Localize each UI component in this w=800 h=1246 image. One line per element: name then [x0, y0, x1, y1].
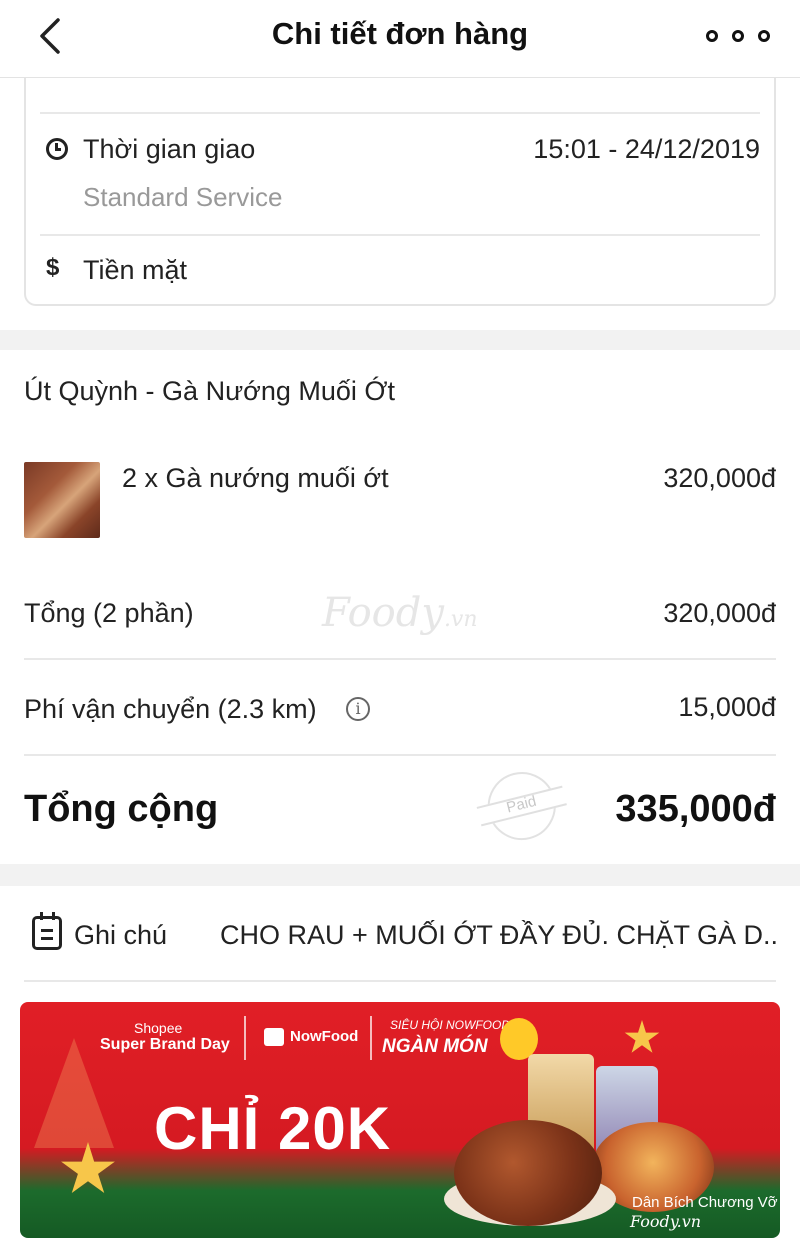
page-title: Chi tiết đơn hàng: [271, 16, 529, 51]
payment-method: Tiền mặt: [83, 255, 188, 285]
note-label: Ghi chú: [74, 920, 168, 950]
grand-total-label: Tổng cộng: [24, 788, 219, 830]
shipping-fee-label: Phí vận chuyển (2.3 km): [24, 694, 317, 724]
more-options-icon[interactable]: [706, 24, 770, 48]
divider: [40, 234, 760, 236]
nowfood-logo: NowFood: [290, 1028, 359, 1045]
divider: [40, 112, 760, 114]
photo-credit: Dân Bích Chương Vỡ: [632, 1194, 778, 1211]
top-bar: Chi tiết đơn hàng: [0, 0, 800, 78]
divider: [24, 754, 776, 756]
section-gap: [0, 864, 800, 886]
shipping-fee-value: 15,000đ: [678, 692, 776, 722]
service-type: Standard Service: [83, 182, 283, 212]
delivery-time-label: Thời gian giao: [83, 134, 256, 164]
subtotal-label: Tổng (2 phần): [24, 598, 194, 628]
roast-chicken-image: [454, 1120, 602, 1226]
paid-stamp: Paid: [470, 760, 573, 853]
divider: [370, 1016, 372, 1060]
star-icon: [61, 1142, 115, 1193]
super-brand-day-text: Super Brand Day: [100, 1036, 230, 1053]
grand-total-value: 335,000đ: [615, 788, 776, 830]
dollar-icon: $: [46, 254, 60, 281]
section-gap: [0, 330, 800, 350]
shopee-logo: Shopee: [134, 1020, 183, 1036]
sieu-hoi-text: SIÊU HỘI NOWFOOD: [390, 1018, 510, 1032]
order-item-name: 2 x Gà nướng muối ớt: [122, 463, 389, 493]
banner-headline: CHỈ 20K: [154, 1095, 392, 1162]
divider: [244, 1016, 246, 1060]
divider: [24, 980, 776, 982]
ngan-mon-text: NGÀN MÓN: [382, 1036, 488, 1057]
clock-icon: [46, 138, 68, 160]
notepad-icon: [32, 912, 62, 950]
order-item-price: 320,000đ: [663, 463, 776, 493]
subtotal-value: 320,000đ: [663, 598, 776, 628]
delivery-info-card: Thời gian giao 15:01 - 24/12/2019 Standa…: [24, 78, 776, 306]
delivery-time-value: 15:01 - 24/12/2019: [533, 134, 760, 164]
christmas-tree-icon: [34, 1038, 114, 1148]
foody-watermark: Foody.vn: [322, 590, 478, 636]
foody-credit-logo: Foody.vn: [630, 1212, 702, 1231]
info-icon[interactable]: i: [346, 697, 370, 721]
restaurant-name[interactable]: Út Quỳnh - Gà Nướng Muối Ớt: [24, 376, 395, 407]
divider: [24, 658, 776, 660]
promo-banner[interactable]: Shopee Super Brand Day NowFood SIÊU HỘI …: [20, 1002, 780, 1238]
food-thumbnail: [24, 462, 100, 538]
note-text[interactable]: CHO RAU + MUỐI ỚT ĐẦY ĐỦ. CHẶT GÀ D...: [220, 920, 780, 951]
star-icon: [624, 1020, 660, 1053]
nowfood-icon: [264, 1028, 284, 1046]
